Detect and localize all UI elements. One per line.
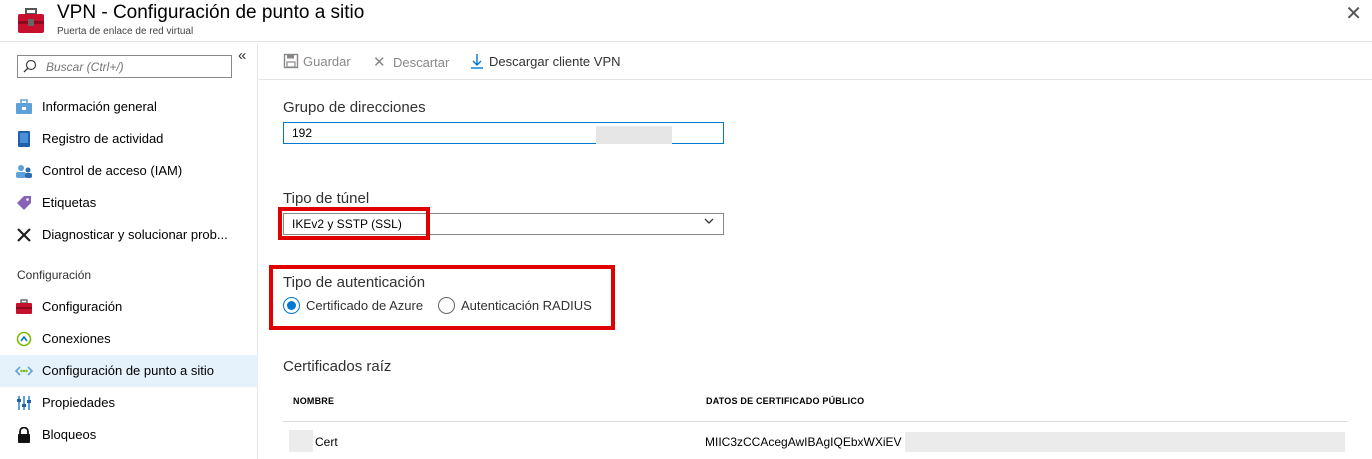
app-window: VPN - Configuración de punto a sitio Pue…	[0, 0, 1372, 459]
download-icon	[471, 54, 483, 69]
toolbox-icon	[18, 8, 44, 33]
sidebar-item-configuration[interactable]: Configuración	[0, 291, 258, 323]
sidebar-item-label: Bloqueos	[42, 427, 97, 442]
sidebar-item-label: Configuración de punto a sitio	[42, 363, 215, 378]
column-header-name: NOMBRE	[293, 396, 335, 406]
lock-icon	[18, 427, 30, 443]
blade-header: VPN - Configuración de punto a sitio Pue…	[0, 0, 1372, 42]
redacted-blur	[289, 430, 313, 452]
command-bar: Guardar ✕ Descartar Descargar cliente VPN	[259, 43, 1372, 80]
table-row[interactable]: Cert MIIC3zCCAcegAwIBAgIQEbxWXiEV	[283, 421, 1347, 459]
root-certificates-title: Certificados raíz	[283, 358, 392, 375]
tag-icon	[17, 196, 31, 210]
sidebar-item-label: Control de acceso (IAM)	[42, 163, 183, 178]
properties-icon	[17, 396, 31, 410]
close-icon[interactable]: ✕	[1345, 4, 1362, 24]
activity-log-icon	[18, 131, 30, 147]
sidebar-item-connections[interactable]: Conexiones	[0, 323, 258, 355]
sidebar-item-properties[interactable]: Propiedades	[0, 387, 258, 419]
sidebar-item-iam[interactable]: Control de acceso (IAM)	[0, 155, 258, 187]
tunnel-type-label: Tipo de túnel	[283, 190, 370, 207]
save-icon	[283, 53, 299, 69]
search-box	[17, 55, 232, 78]
download-label: Descargar cliente VPN	[489, 54, 621, 69]
iam-icon	[16, 165, 32, 178]
sidebar-item-overview[interactable]: Información general	[0, 91, 258, 123]
redacted-blur	[905, 432, 1345, 452]
search-input[interactable]	[46, 58, 226, 75]
page-title: VPN - Configuración de punto a sitio	[57, 2, 365, 23]
address-pool-value: 192	[292, 126, 313, 140]
discard-icon: ✕	[373, 54, 386, 71]
cert-data-cell[interactable]: MIIC3zCCAcegAwIBAgIQEbxWXiEV	[705, 435, 902, 449]
point-to-site-icon	[15, 366, 33, 376]
section-label-configuration: Configuración	[17, 268, 92, 282]
sidebar-item-label: Información general	[42, 99, 157, 114]
sidebar-item-point-to-site[interactable]: Configuración de punto a sitio	[0, 355, 258, 387]
discard-label: Descartar	[393, 55, 450, 70]
collapse-sidebar-icon[interactable]: «	[238, 47, 246, 64]
download-vpn-client-button[interactable]: Descargar cliente VPN	[469, 53, 621, 69]
address-pool-label: Grupo de direcciones	[283, 99, 426, 116]
highlight-box-tunnel	[278, 207, 430, 240]
save-button[interactable]: Guardar	[283, 53, 351, 69]
sidebar-item-tags[interactable]: Etiquetas	[0, 187, 258, 219]
sidebar-item-locks[interactable]: Bloqueos	[0, 419, 258, 451]
wrench-icon	[17, 228, 31, 242]
save-label: Guardar	[303, 54, 351, 69]
page-subtitle: Puerta de enlace de red virtual	[57, 26, 194, 37]
sidebar-item-activity-log[interactable]: Registro de actividad	[0, 123, 258, 155]
address-pool-input[interactable]: 192	[283, 122, 724, 144]
sidebar-item-label: Conexiones	[42, 331, 111, 346]
sidebar-item-diagnose[interactable]: Diagnosticar y solucionar prob...	[0, 219, 258, 251]
connections-icon	[16, 331, 32, 347]
column-header-cert-data: DATOS DE CERTIFICADO PÚBLICO	[706, 396, 865, 406]
sidebar-item-label: Configuración	[42, 299, 123, 314]
discard-button[interactable]: ✕ Descartar	[373, 53, 449, 71]
toolbox-icon	[16, 299, 32, 314]
sidebar: « Información general Registro de activi…	[0, 43, 258, 459]
sidebar-item-label: Registro de actividad	[42, 131, 164, 146]
chevron-down-icon	[703, 215, 715, 230]
overview-icon	[16, 99, 32, 114]
highlight-box-auth	[269, 265, 615, 330]
sidebar-item-label: Propiedades	[42, 395, 115, 410]
sidebar-item-label: Etiquetas	[42, 195, 97, 210]
redacted-blur	[596, 126, 672, 144]
search-icon	[23, 59, 37, 73]
sidebar-item-label: Diagnosticar y solucionar prob...	[42, 227, 228, 242]
cert-name-cell[interactable]: Cert	[315, 435, 338, 449]
